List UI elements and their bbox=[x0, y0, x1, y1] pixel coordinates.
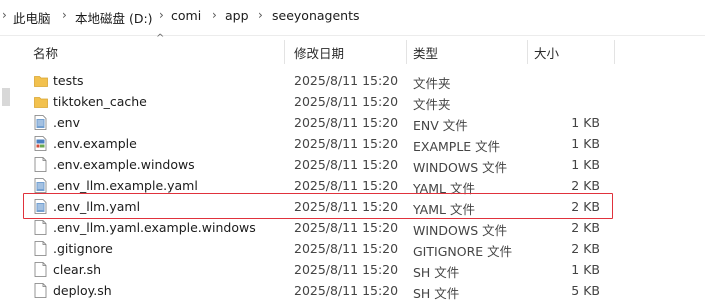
file-size: 2 KB bbox=[571, 178, 600, 193]
chevron-right-icon[interactable]: › bbox=[159, 8, 164, 22]
file-name: .env.example bbox=[53, 136, 137, 151]
breadcrumb-this-pc[interactable]: 此电脑 bbox=[13, 8, 51, 27]
file-date-modified: 2025/8/11 15:20 bbox=[294, 73, 399, 88]
address-breadcrumb[interactable]: › 此电脑 › 本地磁盘 (D:) › comi › app › seeyona… bbox=[0, 0, 705, 36]
file-name: .env_llm.example.yaml bbox=[53, 178, 198, 193]
breadcrumb-local-disk[interactable]: 本地磁盘 (D:) bbox=[75, 8, 153, 27]
file-size: 1 KB bbox=[571, 136, 600, 151]
folder-icon bbox=[34, 73, 48, 88]
file-type: SH 文件 bbox=[413, 265, 460, 280]
blank-file-icon bbox=[34, 220, 47, 235]
file-date-modified: 2025/8/11 15:20 bbox=[294, 178, 399, 193]
blank-file-icon bbox=[34, 241, 47, 256]
file-size: 1 KB bbox=[571, 115, 600, 130]
file-date-modified: 2025/8/11 15:20 bbox=[294, 157, 399, 172]
breadcrumb-comi[interactable]: comi bbox=[171, 8, 201, 23]
file-date-modified: 2025/8/11 15:20 bbox=[294, 241, 399, 256]
file-name: .gitignore bbox=[53, 241, 113, 256]
file-row[interactable]: tiktoken_cache 2025/8/11 15:20 文件夹 bbox=[24, 91, 705, 112]
file-row[interactable]: clear.sh 2025/8/11 15:20 SH 文件 1 KB bbox=[24, 259, 705, 280]
file-name: .env.example.windows bbox=[53, 157, 195, 172]
file-type: ENV 文件 bbox=[413, 118, 468, 133]
file-row[interactable]: .env.example.windows 2025/8/11 15:20 WINDO… bbox=[24, 154, 705, 175]
file-list: tests 2025/8/11 15:20 文件夹 tiktoken_cache 202… bbox=[24, 58, 705, 301]
file-row[interactable]: deploy.sh 2025/8/11 15:20 SH 文件 5 KB bbox=[24, 280, 705, 301]
file-name: .env_llm.yaml.example.windows bbox=[53, 220, 256, 235]
file-name: tests bbox=[53, 73, 84, 88]
text-file-icon bbox=[34, 115, 47, 130]
file-name: clear.sh bbox=[53, 262, 102, 277]
file-type: SH 文件 bbox=[413, 286, 460, 301]
file-name: .env bbox=[53, 115, 80, 130]
file-type: EXAMPLE 文件 bbox=[413, 139, 501, 154]
highlight-box bbox=[23, 193, 613, 219]
file-row[interactable]: .gitignore 2025/8/11 15:20 GITIGNORE 文件 2 K… bbox=[24, 238, 705, 259]
file-date-modified: 2025/8/11 15:20 bbox=[294, 262, 399, 277]
file-type: 文件夹 bbox=[413, 76, 451, 91]
blank-file-icon bbox=[34, 262, 47, 277]
chevron-right-icon[interactable]: › bbox=[62, 8, 67, 22]
breadcrumb-app[interactable]: app bbox=[225, 8, 249, 23]
file-row[interactable]: .env 2025/8/11 15:20 ENV 文件 1 KB bbox=[24, 112, 705, 133]
file-type: 文件夹 bbox=[413, 97, 451, 112]
file-size: 2 KB bbox=[571, 220, 600, 235]
folder-icon bbox=[34, 94, 48, 109]
file-type: GITIGNORE 文件 bbox=[413, 244, 513, 259]
blank-file-icon bbox=[34, 157, 47, 172]
file-date-modified: 2025/8/11 15:20 bbox=[294, 220, 399, 235]
file-name: tiktoken_cache bbox=[53, 94, 147, 109]
sort-ascending-icon: ^ bbox=[156, 33, 165, 44]
chevron-right-icon[interactable]: › bbox=[258, 8, 263, 22]
file-row[interactable]: .env_llm.yaml.example.windows 2025/8/11 1… bbox=[24, 217, 705, 238]
file-date-modified: 2025/8/11 15:20 bbox=[294, 136, 399, 151]
file-date-modified: 2025/8/11 15:20 bbox=[294, 115, 399, 130]
file-date-modified: 2025/8/11 15:20 bbox=[294, 94, 399, 109]
file-size: 2 KB bbox=[571, 241, 600, 256]
file-size: 1 KB bbox=[571, 262, 600, 277]
example-file-icon bbox=[34, 136, 47, 151]
file-type: WINDOWS 文件 bbox=[413, 160, 508, 175]
file-row[interactable]: tests 2025/8/11 15:20 文件夹 bbox=[24, 70, 705, 91]
file-row[interactable]: .env.example 2025/8/11 15:20 EXAMPLE 文件 1 K… bbox=[24, 133, 705, 154]
chevron-right-icon: › bbox=[2, 8, 7, 22]
file-size: 1 KB bbox=[571, 157, 600, 172]
navigation-pane[interactable] bbox=[0, 36, 24, 296]
file-type: WINDOWS 文件 bbox=[413, 223, 508, 238]
navigation-scrollbar-thumb[interactable] bbox=[2, 88, 10, 106]
breadcrumb-seeyonagents[interactable]: seeyonagents bbox=[272, 8, 359, 23]
chevron-right-icon[interactable]: › bbox=[212, 8, 217, 22]
text-file-icon bbox=[34, 178, 47, 193]
